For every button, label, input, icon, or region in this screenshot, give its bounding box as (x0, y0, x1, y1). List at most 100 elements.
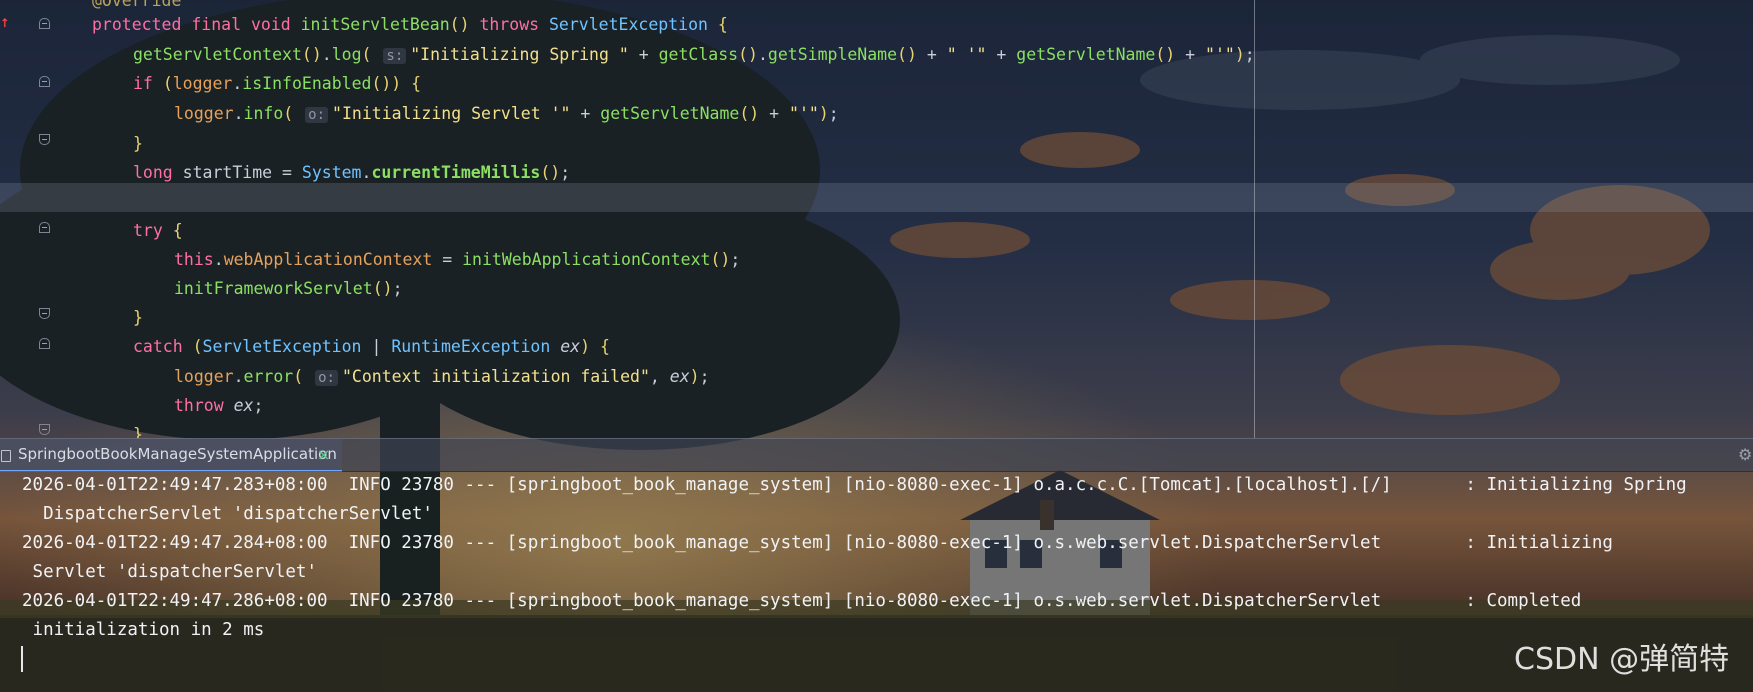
code-token: () (738, 45, 758, 64)
code-token: ( (162, 74, 173, 93)
parameter-hint: o: (315, 370, 338, 386)
code-token: ex (560, 337, 581, 356)
code-token: throws (479, 15, 549, 34)
code-line[interactable]: long startTime = System.currentTimeMilli… (133, 158, 570, 187)
code-editor[interactable]: ↑ @Override protected final void initServ… (0, 0, 1753, 444)
code-token: getServletName (1016, 45, 1156, 64)
code-token: ; (560, 163, 571, 182)
code-line[interactable]: try { (133, 216, 183, 245)
code-token: } (133, 134, 143, 153)
code-token: ) { (580, 337, 610, 356)
code-token: logger (174, 104, 234, 123)
current-line-highlight (0, 183, 1753, 212)
code-token: System (301, 163, 362, 182)
code-token: error (243, 367, 294, 386)
code-token: "Initializing Servlet '" (332, 104, 581, 123)
fold-toggle-icon[interactable] (39, 76, 50, 87)
code-token: ; (730, 250, 741, 269)
code-token: . (361, 163, 372, 182)
code-line[interactable]: if (logger.isInfoEnabled()) { (133, 69, 421, 98)
fold-toggle-icon[interactable] (39, 134, 50, 145)
close-tab-icon[interactable]: × (317, 439, 330, 470)
code-token: { (717, 15, 728, 34)
code-token: () (739, 104, 770, 123)
code-token: + (638, 45, 659, 64)
code-token: = (442, 250, 463, 269)
code-token: . (233, 367, 244, 386)
console-log-line: 2026-04-01T22:49:47.283+08:00 INFO 23780… (22, 475, 1687, 495)
code-token: ) (1234, 45, 1245, 64)
code-line[interactable]: logger.info( o: "Initializing Servlet '" … (174, 99, 839, 128)
override-marker-icon[interactable]: ↑ (0, 14, 10, 30)
code-token: ex (233, 396, 254, 415)
code-line[interactable]: getServletContext().log( s: "Initializing… (133, 40, 1255, 69)
code-token: ServletException (202, 337, 372, 356)
code-token: { (172, 221, 183, 240)
code-token: logger (172, 74, 233, 93)
csdn-watermark: CSDN @弹简特 (1514, 642, 1730, 677)
parameter-hint: o: (305, 107, 329, 123)
code-token: webApplicationContext (223, 250, 443, 269)
fold-toggle-icon[interactable] (39, 424, 50, 435)
code-token: + (926, 45, 947, 64)
code-token: ( (293, 367, 314, 386)
code-line[interactable]: } (133, 303, 143, 332)
code-line[interactable]: } (133, 129, 143, 158)
fold-toggle-icon[interactable] (39, 338, 50, 349)
fold-toggle-icon[interactable] (39, 308, 50, 319)
console-log-line: Servlet 'dispatcherServlet' (22, 562, 318, 582)
code-token: info (243, 104, 284, 123)
code-token: ; (1244, 45, 1255, 64)
code-token: ( (192, 337, 203, 356)
code-token: ; (699, 367, 710, 386)
code-token: "Context initialization failed" (341, 367, 650, 386)
code-token: () (540, 163, 561, 182)
code-line[interactable]: initFrameworkServlet(); (174, 274, 403, 303)
code-line[interactable]: throw ex; (174, 391, 263, 420)
code-token: logger (174, 367, 234, 386)
code-token: ; (392, 279, 403, 298)
code-token: if (133, 74, 163, 93)
code-token: getServletContext (133, 45, 302, 64)
run-tab-label: SpringbootBookManageSystemApplication (18, 445, 337, 463)
code-token: currentTimeMillis (371, 163, 541, 182)
code-token: this (174, 250, 214, 269)
code-line[interactable]: catch (ServletException | RuntimeExcepti… (133, 332, 610, 361)
code-token: protected final void (92, 15, 301, 34)
code-token: . (233, 104, 244, 123)
code-token: catch (133, 337, 193, 356)
code-token: ) (689, 367, 700, 386)
code-token: throw (174, 396, 234, 415)
code-line[interactable]: this.webApplicationContext = initWebAppl… (174, 245, 740, 274)
code-token: getSimpleName (767, 45, 898, 64)
code-token: log (331, 45, 362, 64)
run-console-output[interactable]: 2026-04-01T22:49:47.283+08:00 INFO 23780… (0, 471, 1753, 692)
code-token: ( (361, 45, 382, 64)
code-token: () (301, 45, 322, 64)
code-token: "'" (789, 104, 819, 123)
parameter-hint: s: (383, 48, 407, 64)
code-token: ex (669, 367, 690, 386)
code-token: initWebApplicationContext (462, 250, 711, 269)
code-token: | (371, 337, 392, 356)
code-token: . (757, 45, 768, 64)
code-token: initServletBean (300, 15, 450, 34)
run-tool-window-header: SpringbootBookManageSystemApplication × … (0, 438, 1753, 472)
run-config-tab[interactable]: SpringbootBookManageSystemApplication × (0, 439, 342, 472)
code-token: ServletException (549, 15, 718, 34)
code-token: initFrameworkServlet (174, 279, 373, 298)
run-console-icon (1, 450, 11, 462)
fold-toggle-icon[interactable] (39, 222, 50, 233)
code-token: try (133, 221, 173, 240)
editor-gutter: ↑ (0, 0, 62, 438)
code-token: } (133, 308, 143, 327)
settings-gear-icon[interactable]: ⚙ (1738, 447, 1753, 463)
code-token: () (449, 15, 480, 34)
code-token: " '" (946, 45, 997, 64)
code-line[interactable]: protected final void initServletBean() t… (92, 10, 728, 39)
console-log-line: DispatcherServlet 'dispatcherServlet' (22, 504, 433, 524)
fold-toggle-icon[interactable] (39, 18, 50, 29)
code-line[interactable]: logger.error( o: "Context initialization … (174, 362, 710, 391)
code-token: () (372, 279, 393, 298)
console-log-line: initialization in 2 ms (22, 620, 265, 640)
